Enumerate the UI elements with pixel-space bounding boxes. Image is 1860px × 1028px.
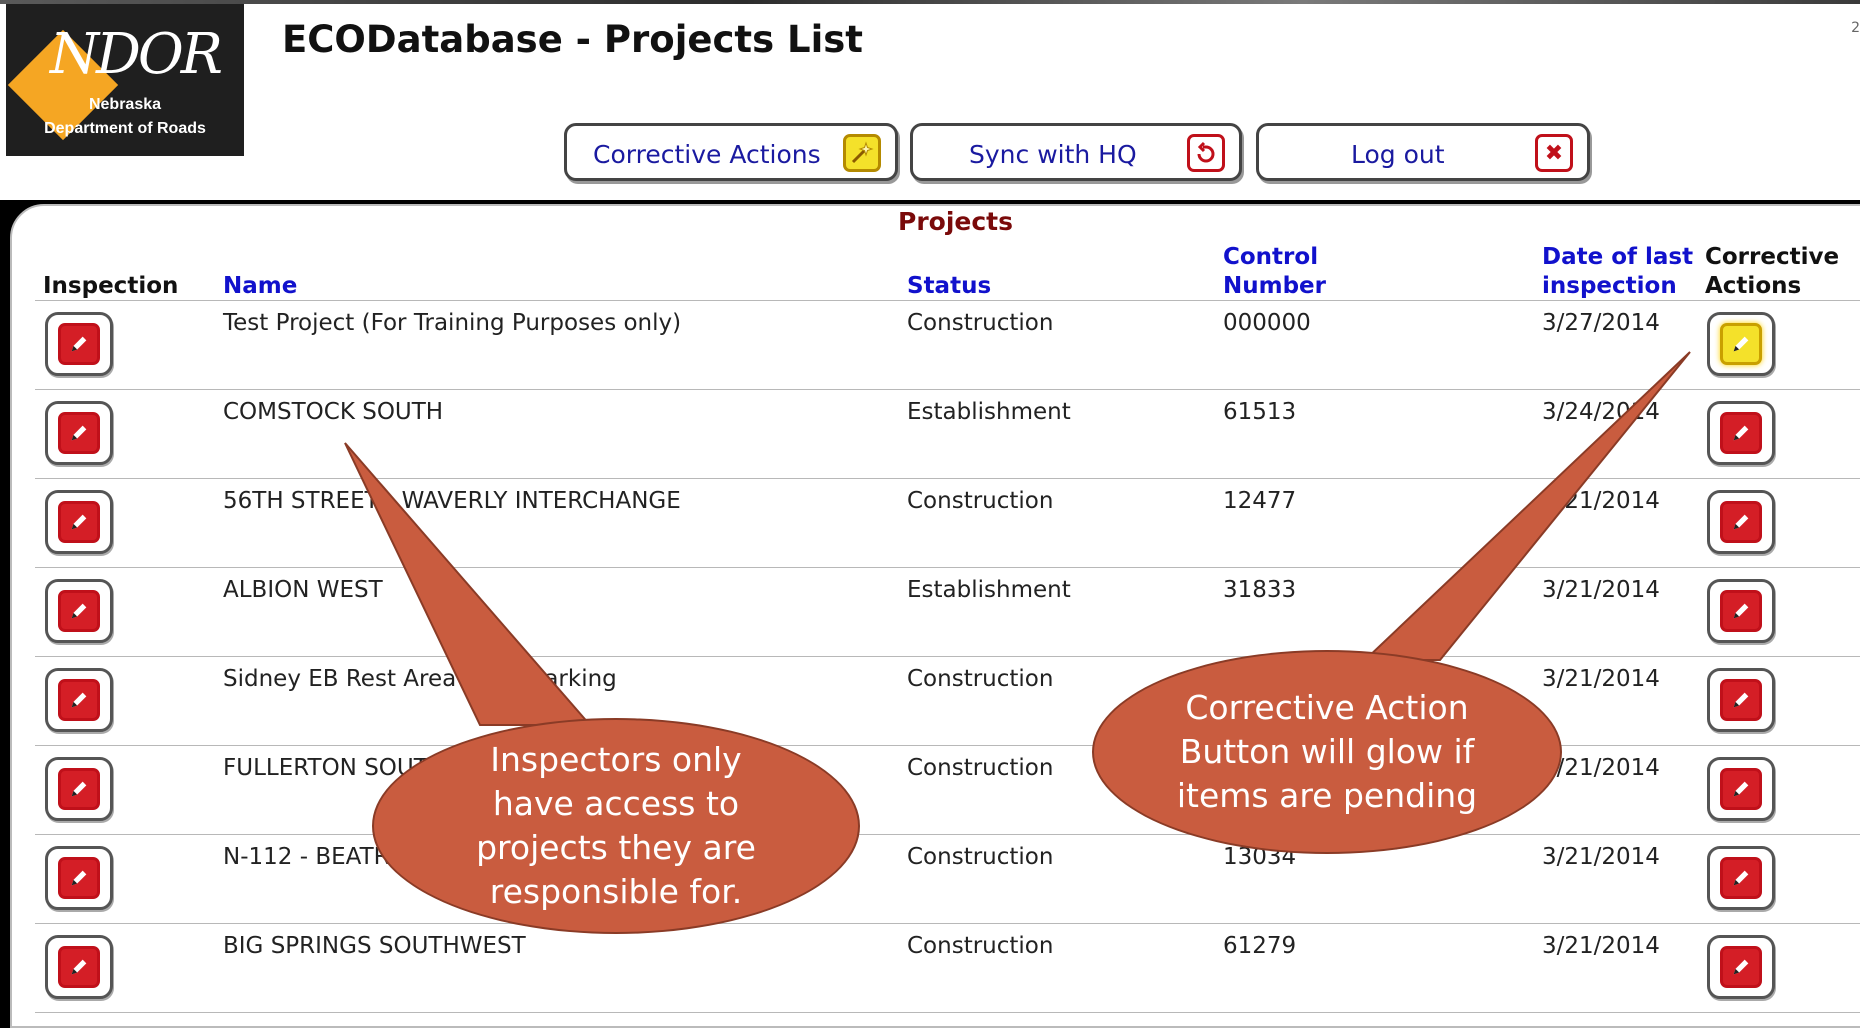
left-callout-line1: Inspectors only <box>490 740 742 779</box>
row-divider <box>35 1012 1860 1013</box>
left-callout-line3: projects they are <box>476 828 756 867</box>
right-callout-tail <box>1362 351 1691 661</box>
left-callout-line2: have access to <box>492 784 740 823</box>
right-callout-line1: Corrective Action <box>1185 688 1469 727</box>
right-callout-line3: items are pending <box>1176 776 1478 815</box>
corrective-action-callout: Corrective Action Button will glow if it… <box>1092 650 1562 854</box>
left-callout-tail <box>344 442 593 726</box>
left-callout-line4: responsible for. <box>489 872 743 911</box>
right-callout-line2: Button will glow if <box>1179 732 1475 771</box>
callout-tails <box>344 351 1691 726</box>
inspector-access-callout: Inspectors only have access to projects … <box>372 718 860 934</box>
